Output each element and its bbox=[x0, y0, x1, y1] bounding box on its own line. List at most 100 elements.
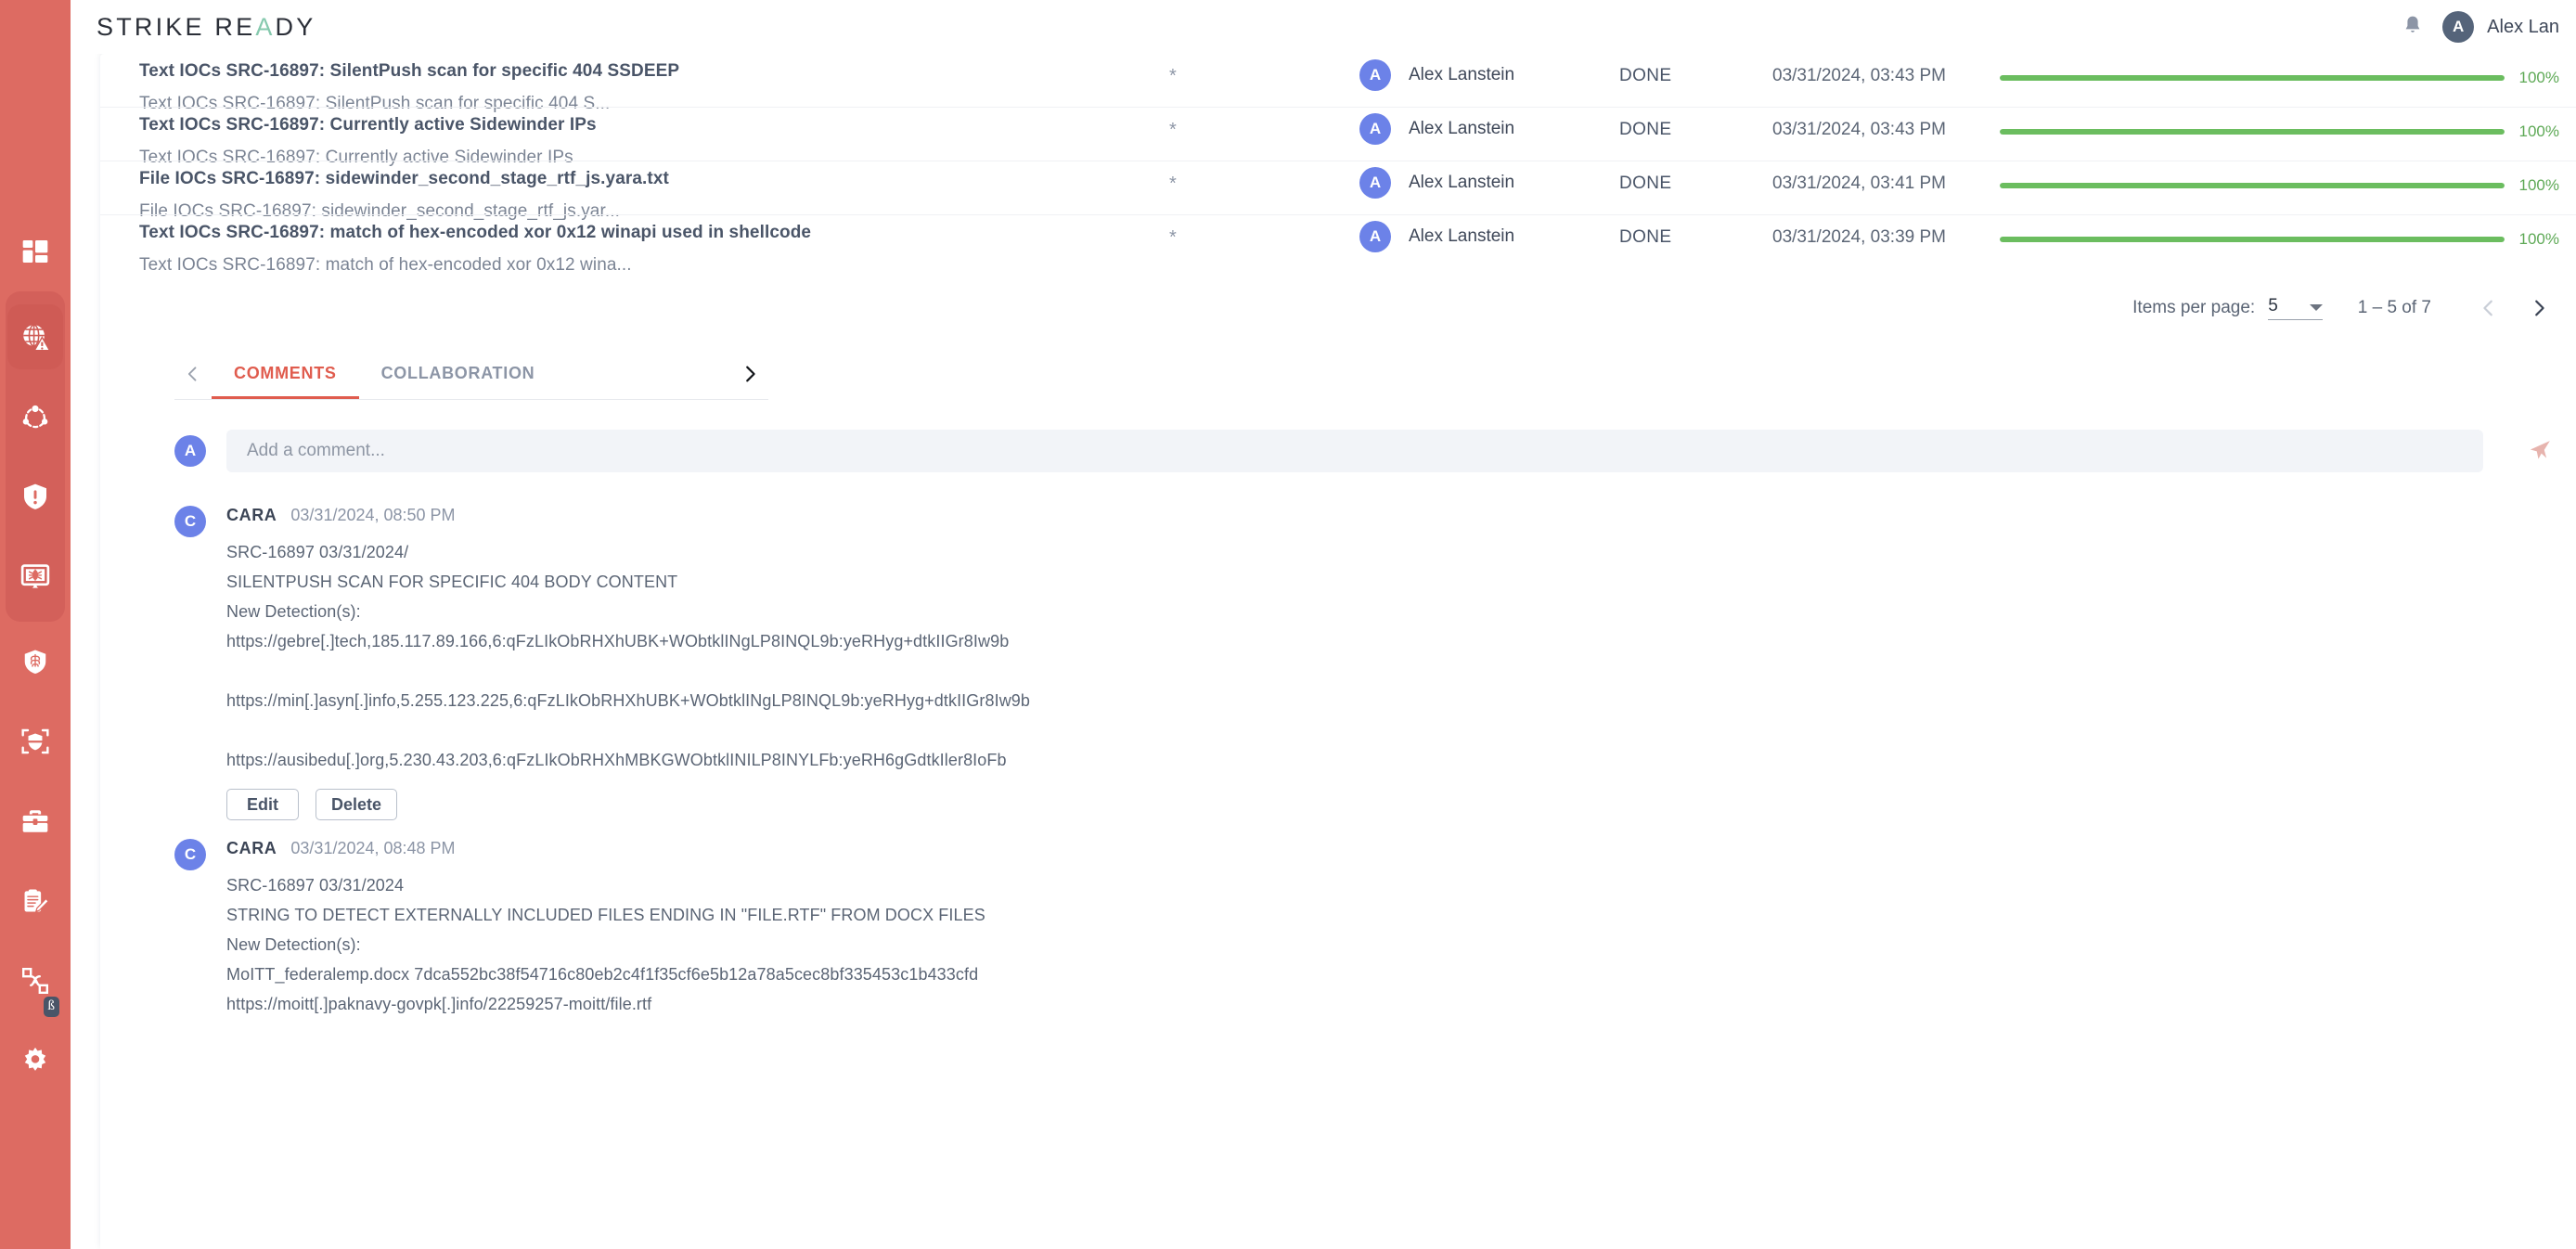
row-date: 03/31/2024, 03:43 PM bbox=[1772, 66, 1946, 85]
status-badge: DONE bbox=[1619, 174, 1672, 193]
items-per-page-value: 5 bbox=[2268, 296, 2278, 315]
tab-collaboration[interactable]: COLLABORATION bbox=[359, 348, 558, 399]
status-badge: DONE bbox=[1619, 227, 1672, 247]
page-range: 1 – 5 of 7 bbox=[2357, 298, 2431, 317]
comment-line: https://gebre[.]tech,185.117.89.166,6:qF… bbox=[226, 632, 1010, 650]
sidebar-item-graph[interactable] bbox=[6, 377, 65, 457]
brand-text-accent: A bbox=[255, 12, 276, 41]
comment-line: SRC-16897 03/31/2024/ bbox=[226, 543, 409, 561]
prev-page-button[interactable] bbox=[2468, 288, 2509, 328]
app-logo: STRIKE RE A DY bbox=[97, 13, 316, 42]
row-star: * bbox=[1169, 174, 1177, 194]
brand-text-right: DY bbox=[275, 12, 316, 41]
add-comment-row: A bbox=[100, 400, 2576, 472]
sidebar-item-settings[interactable] bbox=[6, 1021, 65, 1101]
comment-line: New Detection(s): bbox=[226, 935, 361, 954]
shield-scan-icon bbox=[20, 727, 50, 756]
clipboard-pencil-icon bbox=[20, 886, 50, 916]
delete-comment-button[interactable]: Delete bbox=[316, 789, 398, 820]
left-sidebar: ß bbox=[0, 0, 71, 1249]
shield-exclamation-icon bbox=[20, 482, 50, 511]
sidebar-item-alerts[interactable] bbox=[6, 457, 65, 536]
beta-badge: ß bbox=[43, 997, 59, 1017]
assignee-name: Alex Lanstein bbox=[1409, 173, 1515, 192]
row-assignee: A Alex Lanstein bbox=[1359, 215, 1619, 252]
gear-icon bbox=[20, 1046, 50, 1075]
row-progress: 100% bbox=[2000, 215, 2576, 249]
monitor-bug-icon bbox=[20, 561, 50, 591]
globe-alert-icon bbox=[19, 321, 51, 353]
comment-text: SRC-16897 03/31/2024/ SILENTPUSH SCAN FO… bbox=[226, 526, 2576, 775]
items-per-page-select[interactable]: 5 bbox=[2268, 296, 2323, 320]
assignee-name: Alex Lanstein bbox=[1409, 226, 1515, 246]
row-title: Text IOCs SRC-16897: match of hex-encode… bbox=[139, 223, 812, 242]
sidebar-item-workflows[interactable]: ß bbox=[6, 941, 65, 1021]
comment-timestamp: 03/31/2024, 08:48 PM bbox=[290, 839, 456, 857]
avatar: A bbox=[2442, 11, 2475, 43]
avatar: A bbox=[174, 435, 206, 467]
progress-bar bbox=[2000, 237, 2505, 242]
status-badge: DONE bbox=[1619, 66, 1672, 85]
sidebar-group-primary bbox=[6, 291, 65, 622]
comment-item: C CARA 03/31/2024, 08:48 PM SRC-16897 03… bbox=[174, 839, 2576, 1037]
avatar: A bbox=[1359, 221, 1391, 252]
comment-input[interactable] bbox=[226, 430, 2483, 472]
edit-comment-button[interactable]: Edit bbox=[226, 789, 299, 820]
sidebar-item-ai-defense[interactable] bbox=[6, 622, 65, 702]
sidebar-item-cases[interactable] bbox=[6, 781, 65, 861]
table-row[interactable]: File IOCs SRC-16897: sidewinder_second_s… bbox=[100, 161, 2576, 221]
avatar: A bbox=[1359, 167, 1391, 199]
status-badge: DONE bbox=[1619, 120, 1672, 139]
sidebar-item-detection-scan[interactable] bbox=[6, 702, 65, 781]
shield-brain-icon bbox=[21, 648, 49, 676]
row-star: * bbox=[1169, 66, 1177, 86]
workflow-nodes-icon bbox=[20, 966, 50, 996]
next-page-button[interactable] bbox=[2518, 288, 2559, 328]
row-date: 03/31/2024, 03:43 PM bbox=[1772, 120, 1946, 139]
comment-author: CARA bbox=[226, 506, 277, 524]
comments-list: C CARA 03/31/2024, 08:50 PM SRC-16897 03… bbox=[100, 472, 2576, 1037]
row-progress: 100% bbox=[2000, 161, 2576, 195]
comment-line: https://min[.]asyn[.]info,5.255.123.225,… bbox=[226, 691, 1031, 710]
row-title: File IOCs SRC-16897: sidewinder_second_s… bbox=[139, 169, 669, 188]
content-panel: Text IOCs SRC-16897: SilentPush scan for… bbox=[100, 54, 2576, 1249]
bell-icon[interactable] bbox=[2402, 14, 2424, 41]
progress-bar bbox=[2000, 183, 2505, 188]
app-root: ß STRIKE RE A DY A Alex Lan Text IOCs SR… bbox=[0, 0, 2576, 1249]
comment-timestamp: 03/31/2024, 08:50 PM bbox=[290, 506, 456, 524]
tabs-bar: COMMENTS COLLABORATION bbox=[174, 348, 768, 400]
comment-line: https://moitt[.]paknavy-govpk[.]info/222… bbox=[226, 995, 652, 1013]
sidebar-item-dashboard[interactable] bbox=[6, 212, 65, 291]
send-paper-plane-icon[interactable] bbox=[2504, 439, 2576, 463]
assignee-name: Alex Lanstein bbox=[1409, 65, 1515, 84]
progress-label: 100% bbox=[2518, 122, 2559, 140]
table-row[interactable]: Text IOCs SRC-16897: Currently active Si… bbox=[100, 107, 2576, 167]
comment-author: CARA bbox=[226, 839, 277, 857]
row-progress: 100% bbox=[2000, 108, 2576, 141]
comment-line: STRING TO DETECT EXTERNALLY INCLUDED FIL… bbox=[226, 906, 985, 924]
user-menu[interactable]: A Alex Lan bbox=[2442, 11, 2559, 43]
assignee-name: Alex Lanstein bbox=[1409, 119, 1515, 138]
avatar: C bbox=[174, 839, 206, 870]
sidebar-item-reports[interactable] bbox=[6, 861, 65, 941]
row-star: * bbox=[1169, 120, 1177, 140]
progress-bar bbox=[2000, 75, 2505, 81]
tasks-table: Text IOCs SRC-16897: SilentPush scan for… bbox=[100, 54, 2576, 275]
sidebar-item-malware[interactable] bbox=[6, 536, 65, 616]
user-name: Alex Lan bbox=[2487, 16, 2559, 37]
table-row[interactable]: Text IOCs SRC-16897: match of hex-encode… bbox=[100, 214, 2576, 275]
sidebar-item-threat-intel[interactable] bbox=[6, 297, 65, 377]
comment-line: MoITT_federalemp.docx 7dca552bc38f54716c… bbox=[226, 965, 979, 984]
row-title: Text IOCs SRC-16897: Currently active Si… bbox=[139, 115, 597, 135]
comment-line: SRC-16897 03/31/2024 bbox=[226, 876, 405, 895]
table-row[interactable]: Text IOCs SRC-16897: SilentPush scan for… bbox=[100, 54, 2576, 113]
tab-comments[interactable]: COMMENTS bbox=[212, 348, 359, 399]
row-assignee: A Alex Lanstein bbox=[1359, 108, 1619, 145]
tabs-scroll-right-button[interactable] bbox=[731, 348, 768, 399]
items-per-page-label: Items per page: bbox=[2132, 298, 2256, 317]
row-title: Text IOCs SRC-16897: SilentPush scan for… bbox=[139, 61, 680, 81]
main-area: STRIKE RE A DY A Alex Lan Text IOCs SRC-… bbox=[71, 0, 2576, 1249]
row-assignee: A Alex Lanstein bbox=[1359, 54, 1619, 91]
tabs-scroll-left-button[interactable] bbox=[174, 348, 212, 399]
avatar: A bbox=[1359, 113, 1391, 145]
